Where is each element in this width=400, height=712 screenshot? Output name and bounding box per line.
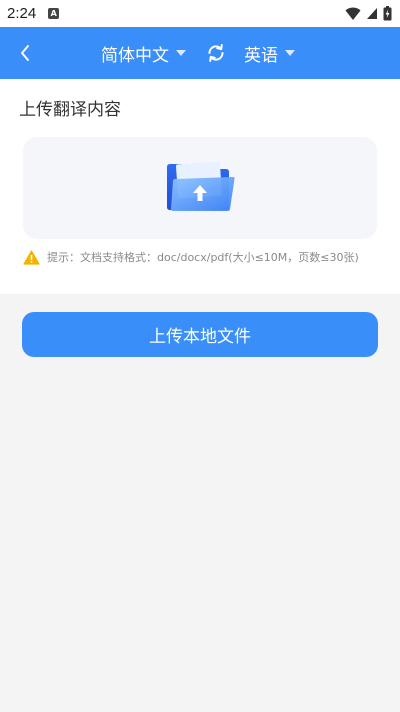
upload-drop-area[interactable] <box>23 137 377 239</box>
swap-language-button[interactable] <box>206 43 226 63</box>
status-time: 2:24 <box>7 5 37 22</box>
section-title: 上传翻译内容 <box>19 100 121 120</box>
swap-arrows-icon <box>208 44 224 62</box>
back-button[interactable] <box>12 40 38 66</box>
notification-app-icon: A <box>48 8 60 19</box>
app-header: 简体中文 英语 <box>0 27 400 79</box>
language-switcher: 简体中文 英语 <box>0 27 400 79</box>
target-language-label: 英语 <box>244 45 278 66</box>
wifi-icon <box>345 7 361 20</box>
upload-folder-icon <box>167 161 235 211</box>
signal-icon <box>367 8 377 19</box>
source-language-dropdown[interactable]: 简体中文 <box>101 41 186 66</box>
source-language-label: 简体中文 <box>101 45 169 66</box>
format-hint: 提示：文档支持格式：doc/docx/pdf(大小≤10M，页数≤30张) <box>23 249 359 265</box>
caret-down-icon <box>285 50 295 56</box>
caret-down-icon <box>176 50 186 56</box>
status-bar: 2:24 A <box>0 0 400 27</box>
upload-local-file-button[interactable]: 上传本地文件 <box>22 312 378 357</box>
warning-icon <box>23 249 40 265</box>
target-language-dropdown[interactable]: 英语 <box>244 41 295 66</box>
chevron-left-icon <box>21 45 29 61</box>
format-hint-text: 提示：文档支持格式：doc/docx/pdf(大小≤10M，页数≤30张) <box>47 251 359 264</box>
upload-section: 上传翻译内容 提示：文档支持格式：doc/docx/pdf(大小≤10M，页数≤… <box>0 79 400 294</box>
battery-icon <box>383 6 392 21</box>
